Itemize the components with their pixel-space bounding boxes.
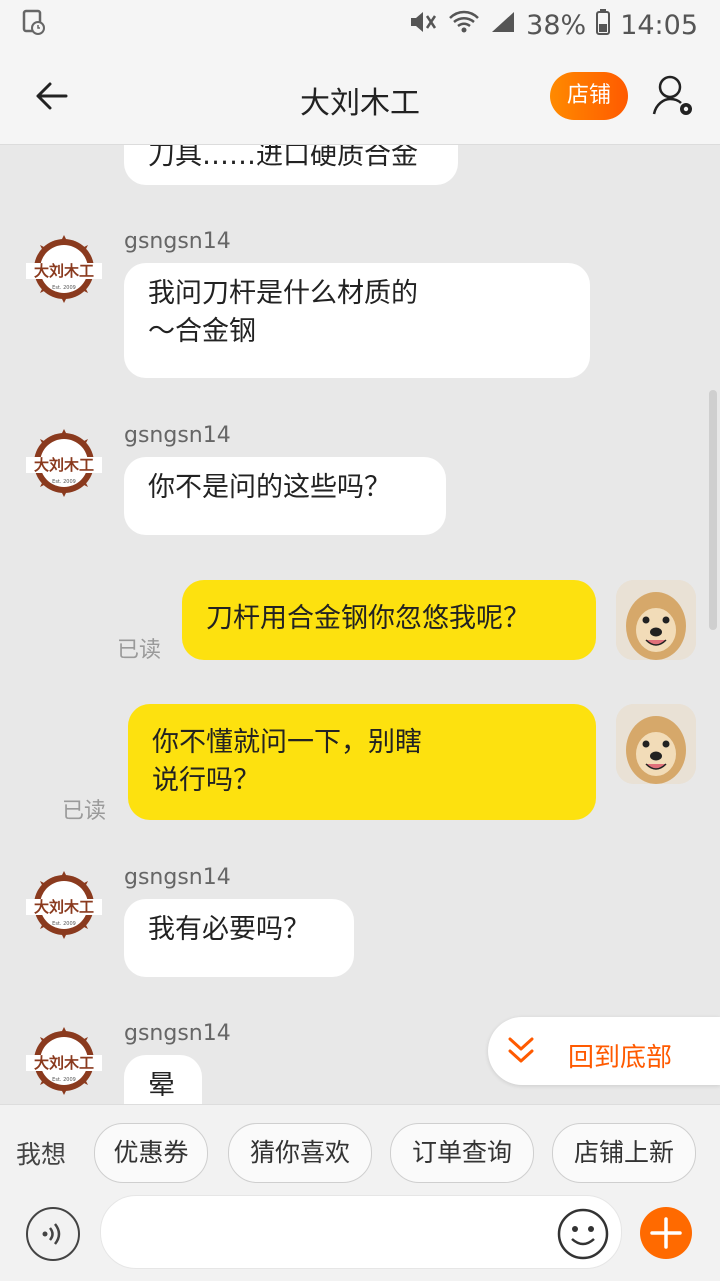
notification-icon	[22, 9, 46, 42]
svg-text:Est. 2009: Est. 2009	[52, 1077, 76, 1083]
message-input[interactable]	[100, 1195, 622, 1269]
more-actions-button[interactable]	[640, 1207, 692, 1259]
my-avatar[interactable]	[616, 580, 696, 660]
svg-text:大刘木工: 大刘木工	[34, 898, 94, 916]
shop-avatar[interactable]: 大刘木工 Est. 2009	[24, 1025, 104, 1105]
mute-icon	[408, 9, 438, 42]
user-settings-icon[interactable]	[650, 72, 696, 120]
chat-area[interactable]: 刀具……进口硬质合金 大刘木工 Est. 2009 gsngsn14 我问刀杆是…	[0, 145, 720, 1105]
chip-order-query[interactable]: 订单查询	[390, 1123, 534, 1183]
read-receipt: 已读	[117, 638, 162, 663]
battery-label: 38%	[526, 9, 587, 41]
shop-avatar[interactable]: 大刘木工 Est. 2009	[24, 233, 104, 313]
scroll-to-bottom-button[interactable]: 回到底部	[488, 1017, 720, 1085]
chat-header: 大刘木工 店铺	[0, 50, 720, 145]
chip-coupon[interactable]: 优惠券	[94, 1123, 208, 1183]
chip-guess-you-like[interactable]: 猜你喜欢	[228, 1123, 372, 1183]
svg-text:Est. 2009: Est. 2009	[52, 921, 76, 927]
bottom-bar: 我想 优惠券 猜你喜欢 订单查询 店铺上新	[0, 1104, 720, 1281]
svg-text:大刘木工: 大刘木工	[34, 262, 94, 280]
sender-name: gsngsn14	[124, 229, 231, 254]
voice-input-button[interactable]	[26, 1207, 80, 1261]
quick-reply-label: 我想	[16, 1140, 67, 1169]
emoji-button[interactable]	[556, 1207, 610, 1261]
chip-shop-new[interactable]: 店铺上新	[552, 1123, 696, 1183]
emoji-icon	[557, 1208, 609, 1260]
shop-button[interactable]: 店铺	[550, 72, 628, 120]
read-receipt: 已读	[62, 799, 107, 824]
message-bubble[interactable]: 晕	[124, 1055, 202, 1105]
svg-text:大刘木工: 大刘木工	[34, 1054, 94, 1072]
my-avatar[interactable]	[616, 704, 696, 784]
status-bar: 38% 14:05	[0, 0, 720, 50]
sender-name: gsngsn14	[124, 1021, 231, 1046]
signal-icon	[490, 10, 516, 41]
wifi-icon	[448, 10, 480, 41]
plus-icon	[650, 1217, 682, 1249]
svg-text:大刘木工: 大刘木工	[34, 456, 94, 474]
message-bubble[interactable]: 刀具……进口硬质合金	[124, 145, 458, 185]
message-bubble[interactable]: 你不是问的这些吗？	[124, 457, 446, 535]
message-bubble-sent[interactable]: 你不懂就问一下，别瞎 说行吗？	[128, 704, 596, 820]
shop-avatar[interactable]: 大刘木工 Est. 2009	[24, 427, 104, 507]
svg-text:Est. 2009: Est. 2009	[52, 285, 76, 291]
scrollbar[interactable]	[709, 390, 717, 630]
shop-avatar[interactable]: 大刘木工 Est. 2009	[24, 869, 104, 949]
message-bubble[interactable]: 我有必要吗？	[124, 899, 354, 977]
clock: 14:05	[620, 9, 698, 41]
message-bubble[interactable]: 我问刀杆是什么材质的 ～合金钢	[124, 263, 590, 378]
message-bubble-sent[interactable]: 刀杆用合金钢你忽悠我呢？	[182, 580, 596, 660]
battery-icon	[596, 8, 611, 42]
voice-icon	[42, 1223, 61, 1245]
double-chevron-down-icon	[508, 1037, 534, 1063]
scroll-to-bottom-label: 回到底部	[568, 1043, 673, 1073]
sender-name: gsngsn14	[124, 423, 231, 448]
svg-text:Est. 2009: Est. 2009	[52, 479, 76, 485]
sender-name: gsngsn14	[124, 865, 231, 890]
